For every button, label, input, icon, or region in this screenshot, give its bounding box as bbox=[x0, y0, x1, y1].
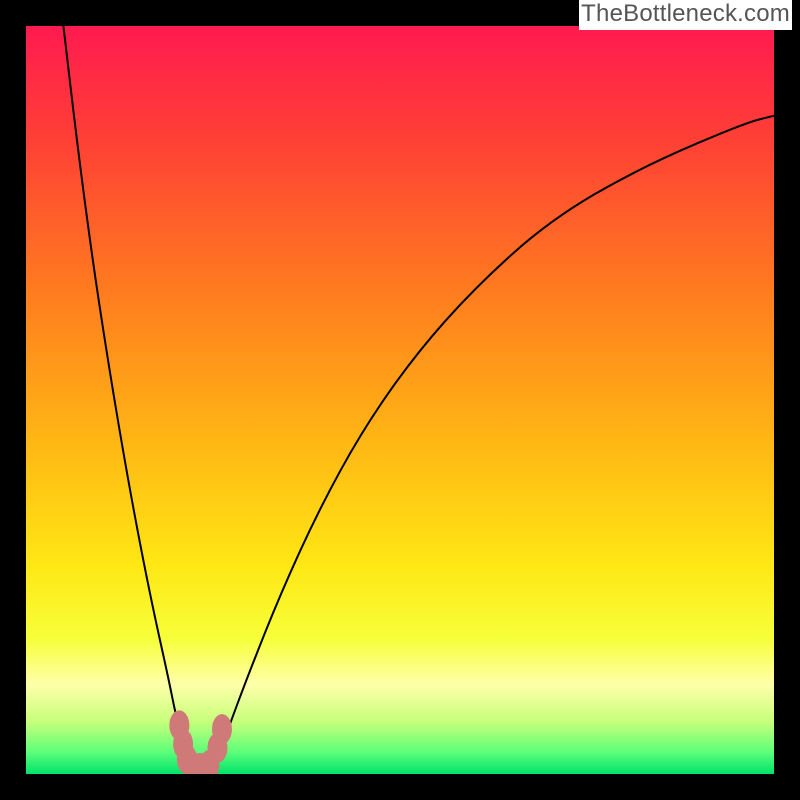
marker-dot bbox=[212, 714, 232, 744]
chart-frame: TheBottleneck.com bbox=[0, 0, 800, 800]
watermark-text: TheBottleneck.com bbox=[579, 0, 792, 30]
bottleneck-chart bbox=[26, 26, 774, 774]
chart-background bbox=[26, 26, 774, 774]
